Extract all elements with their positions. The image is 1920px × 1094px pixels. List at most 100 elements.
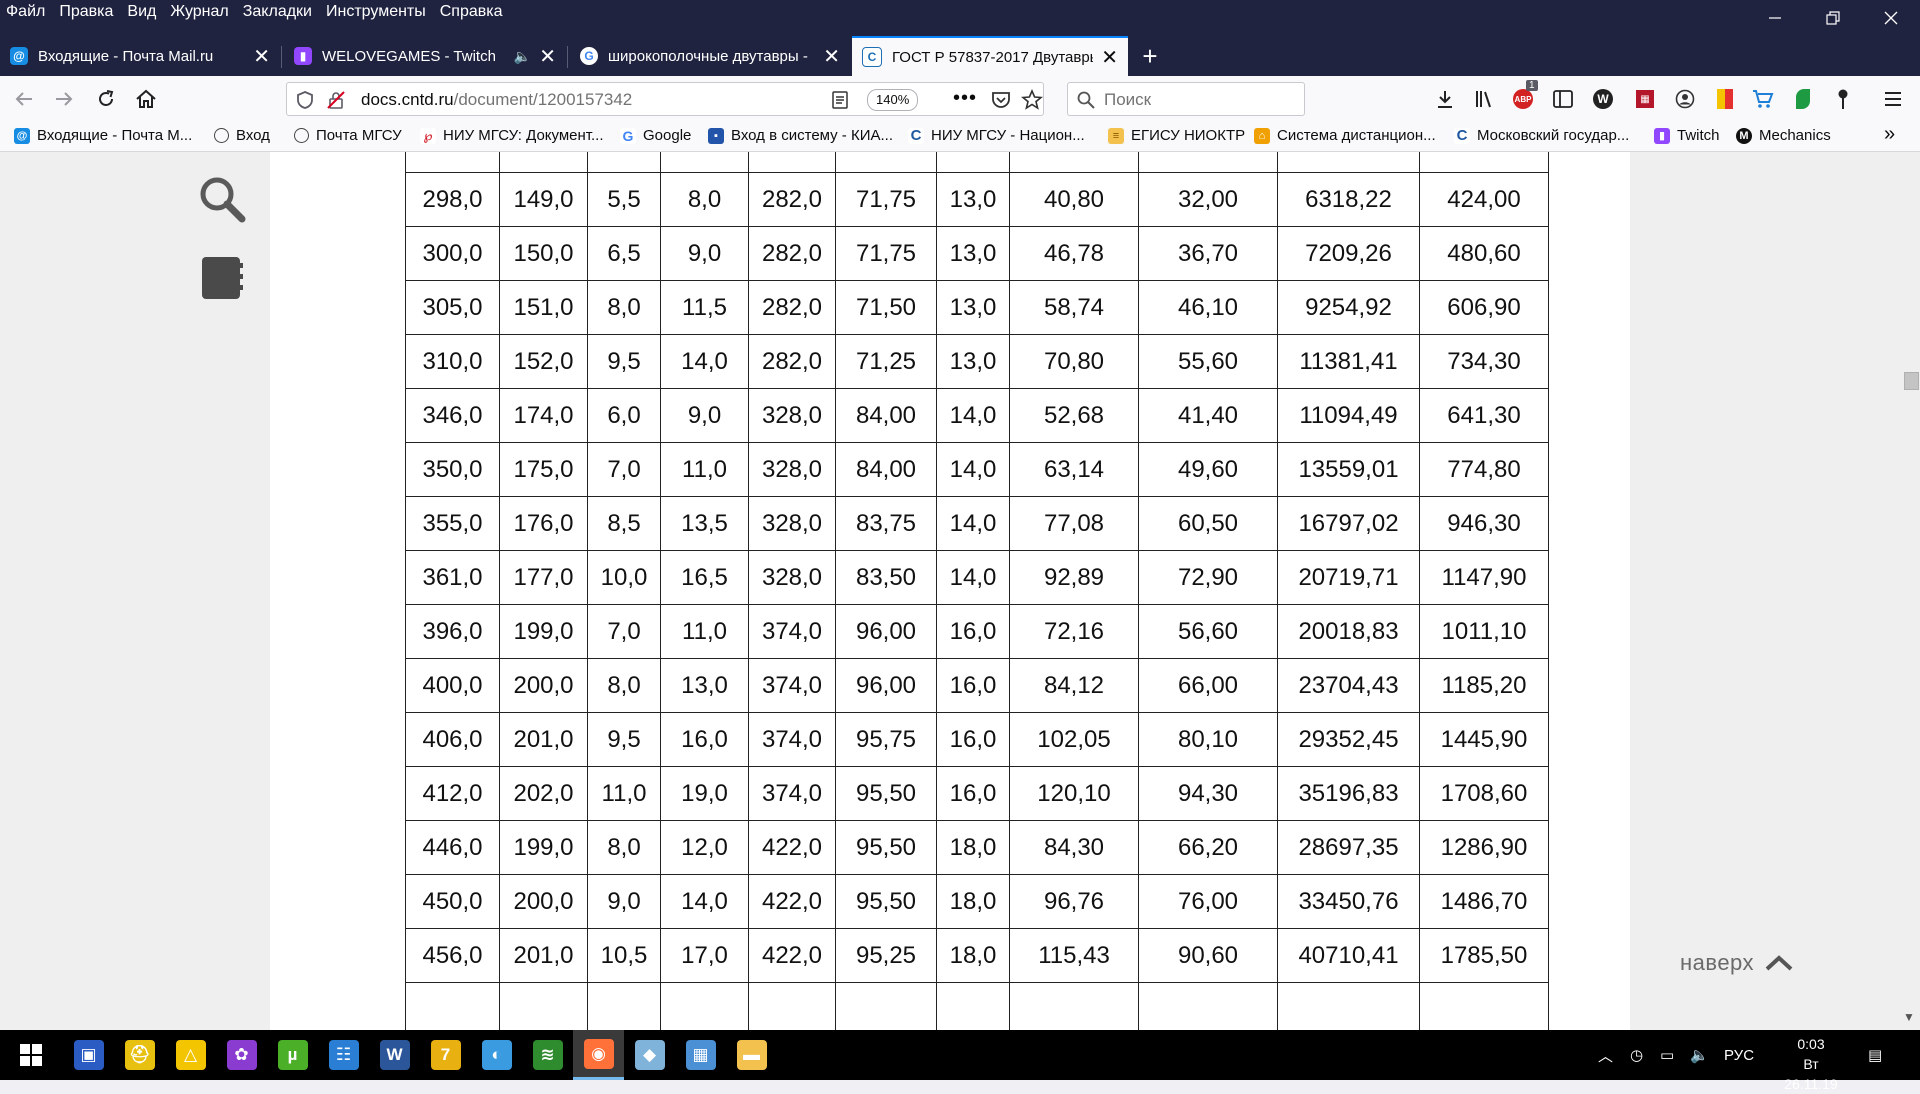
- scroll-down-arrow-icon[interactable]: ▼: [1903, 1010, 1915, 1024]
- pocket-icon[interactable]: [991, 90, 1011, 110]
- downloads-button[interactable]: [1432, 86, 1458, 112]
- menu-file[interactable]: Файл: [0, 0, 52, 24]
- zoom-level-badge[interactable]: 140%: [867, 89, 919, 111]
- green-extension-button[interactable]: [1790, 86, 1816, 112]
- notebook-icon[interactable]: [200, 255, 244, 301]
- table-cell: 84,00: [835, 442, 937, 497]
- tab-gost-document[interactable]: C ГОСТ Р 57837-2017 Двутавры с ✕: [852, 36, 1128, 76]
- taskbar-app-paint-app[interactable]: ✿: [216, 1030, 267, 1080]
- menu-bookmarks[interactable]: Закладки: [236, 0, 319, 24]
- taskbar-app-eraser-app[interactable]: ◆: [624, 1030, 675, 1080]
- speaker-icon[interactable]: 🔈: [514, 48, 531, 65]
- bookmark-flag-extension-button[interactable]: [1712, 86, 1738, 112]
- taskbar-app-paint-palette[interactable]: ◐: [471, 1030, 522, 1080]
- url-bar[interactable]: docs.cntd.ru/document/1200157342 140% ••…: [286, 82, 1044, 116]
- tab-close-icon[interactable]: ✕: [539, 44, 556, 69]
- hamburger-menu-icon: [1885, 92, 1901, 106]
- taskbar-app-save-disk[interactable]: ▣: [63, 1030, 114, 1080]
- sidebar-button[interactable]: [1550, 86, 1576, 112]
- insecure-lock-icon[interactable]: [327, 91, 345, 109]
- menu-tools[interactable]: Инструменты: [319, 0, 433, 24]
- windows-logo-icon: [20, 1044, 42, 1066]
- menu-history[interactable]: Журнал: [163, 0, 235, 24]
- mail-ru-icon: @: [10, 47, 28, 65]
- bookmark-mechanics[interactable]: M Mechanics: [1736, 127, 1831, 144]
- tab-close-icon[interactable]: ✕: [1101, 45, 1118, 70]
- language-indicator[interactable]: РУС: [1724, 1030, 1754, 1080]
- page-actions-icon[interactable]: •••: [953, 87, 977, 110]
- tab-twitch[interactable]: ▮ WELOVEGAMES - Twitch 🔈 ✕: [284, 36, 566, 76]
- table-cell: 456,0: [405, 928, 500, 983]
- restore-button[interactable]: [1804, 0, 1862, 36]
- bookmark-mail[interactable]: @ Входящие - Почта М...: [14, 127, 192, 144]
- table-cell: [1009, 982, 1139, 1030]
- bookmark-mgsu-mail[interactable]: Почта МГСУ: [294, 127, 402, 144]
- menu-view[interactable]: Вид: [120, 0, 163, 24]
- table-cell: [1277, 152, 1420, 173]
- tab-close-icon[interactable]: ✕: [253, 44, 270, 69]
- bookmark-distance-learning[interactable]: ⌂ Система дистанцион...: [1254, 127, 1436, 144]
- bookmark-egisu[interactable]: ≡ ЕГИСУ НИОКТР: [1108, 127, 1245, 144]
- home-button[interactable]: [130, 83, 162, 115]
- network-button[interactable]: ▭: [1660, 1030, 1674, 1080]
- search-icon[interactable]: [197, 174, 247, 224]
- scrollbar-thumb[interactable]: [1904, 372, 1919, 390]
- google-icon: G: [620, 127, 636, 144]
- notifications-button[interactable]: ▤: [1868, 1030, 1882, 1080]
- pin-extension-button[interactable]: [1830, 86, 1856, 112]
- taskbar-app-calculator[interactable]: ▦: [675, 1030, 726, 1080]
- start-button[interactable]: [0, 1030, 62, 1080]
- menu-help[interactable]: Справка: [433, 0, 510, 24]
- bookmark-mgsu-national[interactable]: C НИУ МГСУ - Национ...: [908, 127, 1085, 144]
- bookmarks-overflow-button[interactable]: »: [1884, 123, 1895, 146]
- system-clock[interactable]: 0:03 Вт 26.11.19: [1776, 1034, 1846, 1094]
- tray-overflow-button[interactable]: ︿: [1598, 1030, 1613, 1080]
- bookmark-google[interactable]: G Google: [620, 127, 691, 144]
- taskbar-app-word[interactable]: W: [369, 1030, 420, 1080]
- search-bar[interactable]: [1067, 82, 1305, 116]
- taskbar-app-7zip[interactable]: 7: [420, 1030, 471, 1080]
- taskbar-app-utorrent[interactable]: µ: [267, 1030, 318, 1080]
- minimize-button[interactable]: [1746, 0, 1804, 36]
- app-menu-button[interactable]: [1880, 86, 1906, 112]
- house-icon: ⌂: [1254, 127, 1270, 144]
- tab-google-search[interactable]: G широкополочные двутавры - ✕: [570, 36, 850, 76]
- account-button[interactable]: [1672, 86, 1698, 112]
- reload-button[interactable]: [90, 83, 122, 115]
- taskbar-app-firefox[interactable]: ◉: [573, 1030, 624, 1080]
- taskbar-app-archicad[interactable]: △: [165, 1030, 216, 1080]
- url-text[interactable]: docs.cntd.ru/document/1200157342: [361, 90, 632, 110]
- new-tab-button[interactable]: +: [1130, 36, 1170, 76]
- bookmark-kia[interactable]: ▪ Вход в систему - КИА...: [708, 127, 893, 144]
- taskbar-app-folder[interactable]: ▬: [726, 1030, 777, 1080]
- tray-clock-app[interactable]: ◷: [1630, 1030, 1643, 1080]
- menu-edit[interactable]: Правка: [52, 0, 120, 24]
- taskbar-app-contacts-app[interactable]: ☷: [318, 1030, 369, 1080]
- close-window-button[interactable]: [1862, 0, 1920, 36]
- bookmark-mgsu-docs[interactable]: ℘ НИУ МГСУ: Документ...: [420, 127, 604, 144]
- library-button[interactable]: [1472, 86, 1498, 112]
- tab-close-icon[interactable]: ✕: [823, 44, 840, 69]
- cart-extension-button[interactable]: [1750, 86, 1776, 112]
- extension-red-button[interactable]: ▦: [1632, 86, 1658, 112]
- bookmark-label: Twitch: [1677, 127, 1720, 144]
- adblock-button[interactable]: ABP 1: [1510, 80, 1538, 112]
- taskbar-app-helmet-app[interactable]: ⛑: [114, 1030, 165, 1080]
- forward-button[interactable]: [48, 83, 80, 115]
- back-button[interactable]: [8, 83, 40, 115]
- bookmark-twitch[interactable]: ▮ Twitch: [1654, 127, 1720, 144]
- shield-icon[interactable]: [297, 91, 313, 109]
- bookmark-moscow-state[interactable]: C Московский государ...: [1454, 127, 1629, 144]
- scrollbar-track[interactable]: [1900, 152, 1920, 1030]
- reader-view-icon[interactable]: [832, 91, 848, 109]
- taskbar-app-lira-app[interactable]: ≋: [522, 1030, 573, 1080]
- wikipedia-extension-button[interactable]: W: [1590, 86, 1616, 112]
- clock-tray-icon: ◷: [1630, 1047, 1644, 1064]
- tab-mail[interactable]: @ Входящие - Почта Mail.ru ✕: [0, 36, 280, 76]
- bookmark-login[interactable]: Вход: [214, 127, 270, 144]
- back-to-top-button[interactable]: наверх: [1680, 950, 1794, 976]
- search-input[interactable]: [1102, 89, 1296, 111]
- volume-button[interactable]: 🔈: [1690, 1030, 1709, 1080]
- bookmark-star-icon[interactable]: [1021, 89, 1043, 111]
- table-cell: 115,43: [1009, 928, 1139, 983]
